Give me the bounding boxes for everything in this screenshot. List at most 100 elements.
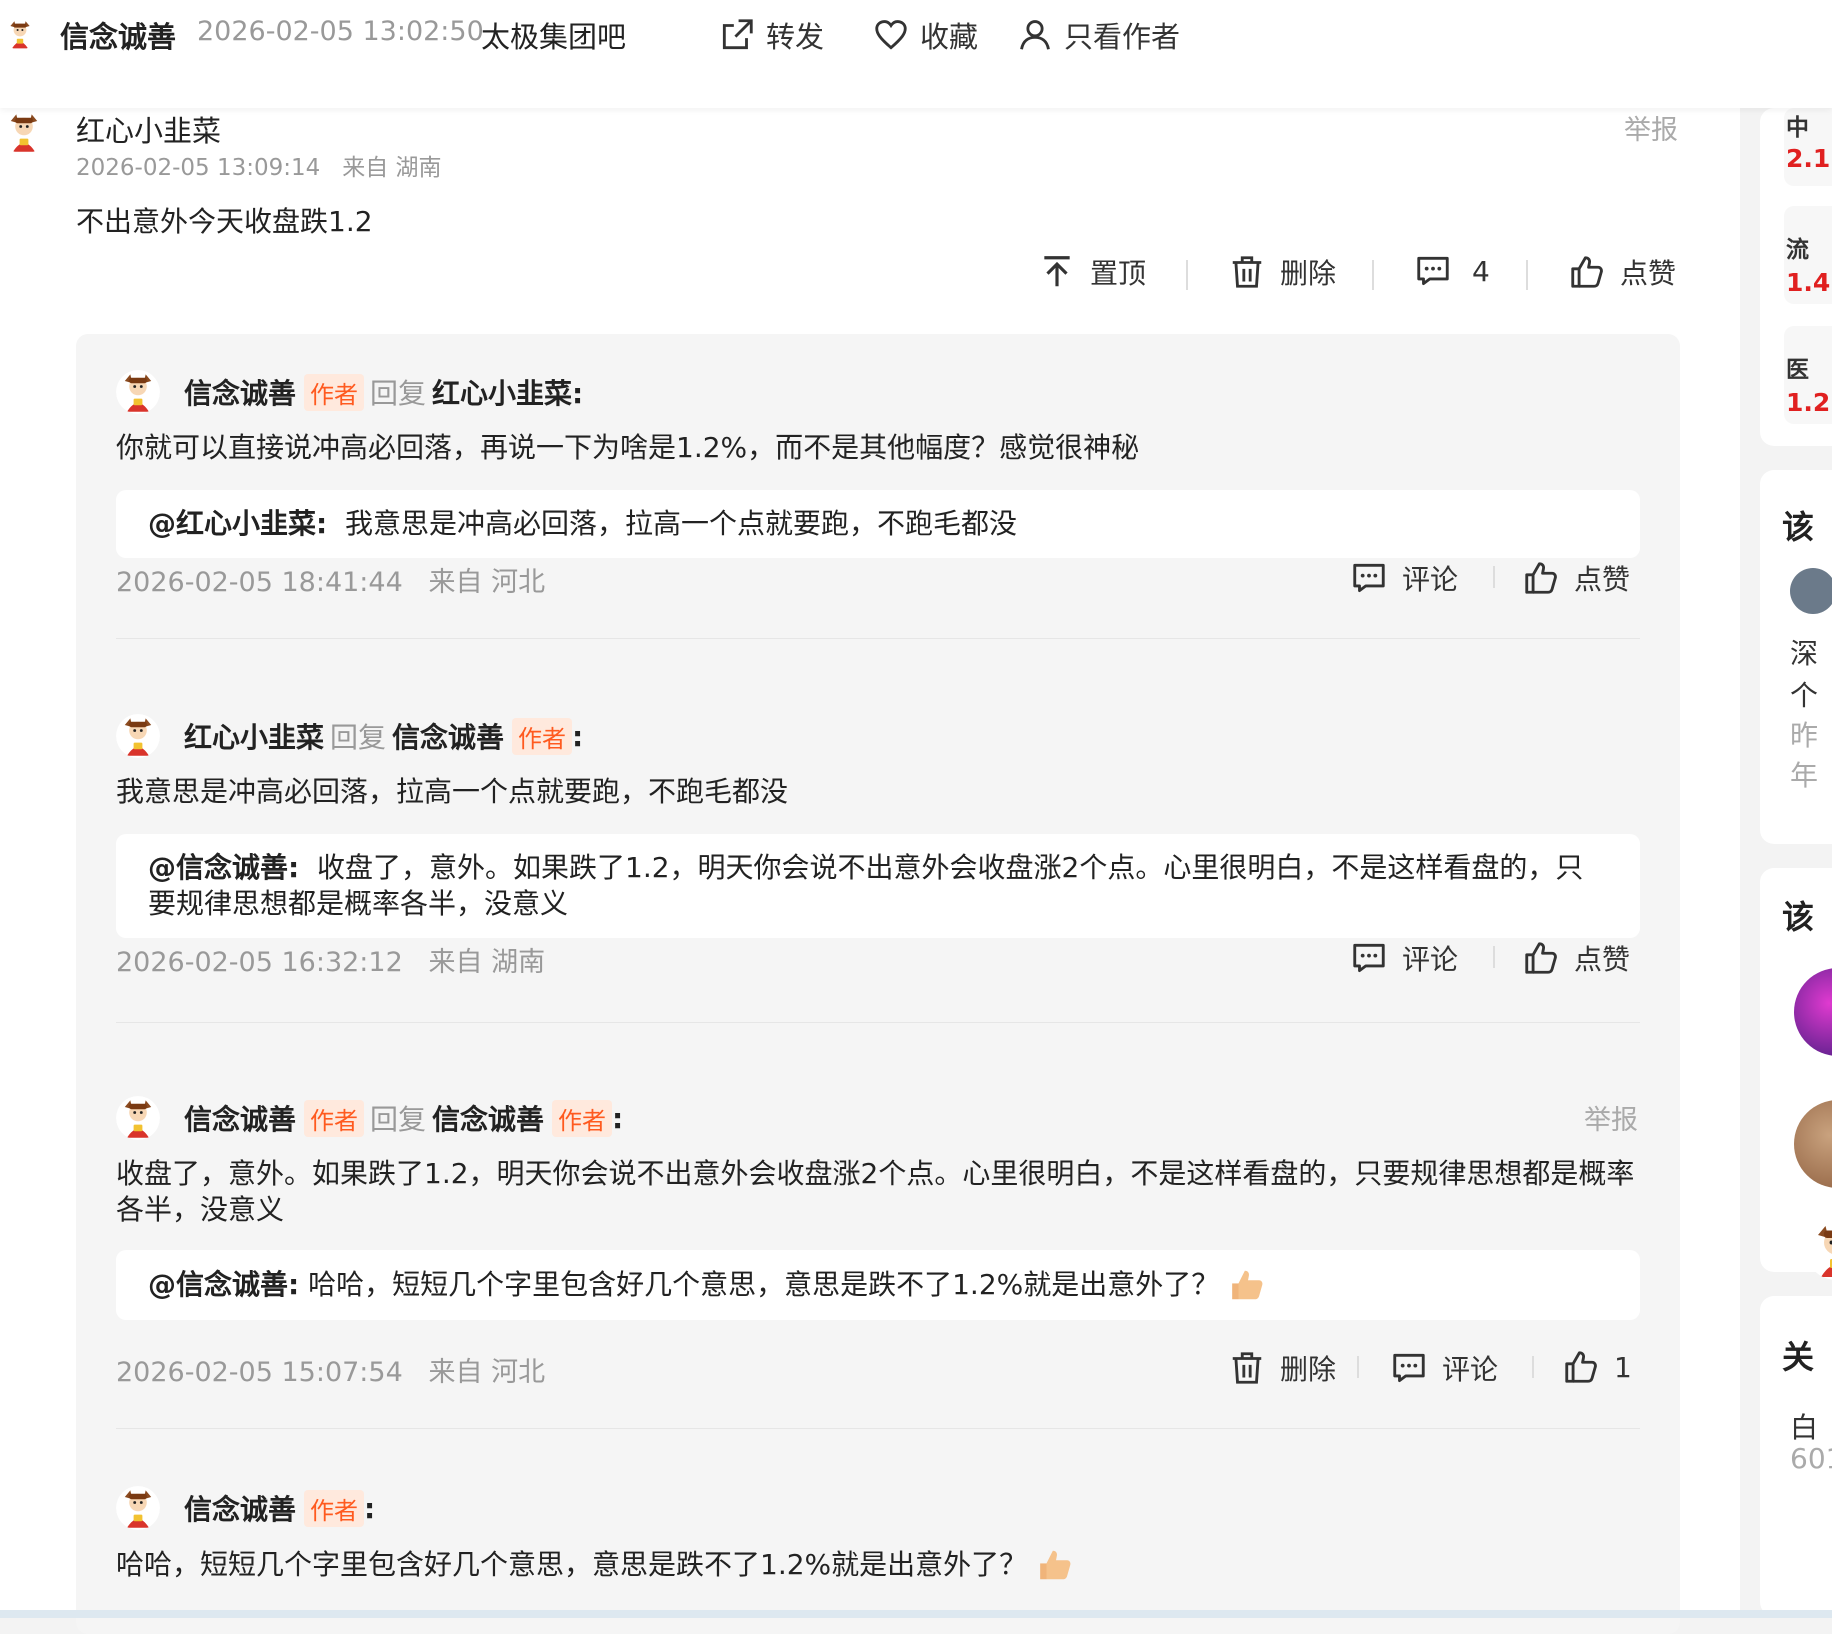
like-icon (1522, 559, 1560, 597)
reply-quote: @信念诚善: 收盘了，意外。如果跌了1.2，明天你会说不出意外会收盘涨2个点。心… (116, 834, 1640, 938)
delete-label: 删除 (1280, 257, 1337, 290)
delete-button[interactable]: 删除 (1228, 252, 1336, 292)
post-content: 不出意外今天收盘跌1.2 (76, 205, 373, 238)
reply-location: 来自 河北 (428, 567, 546, 598)
bar-avatar[interactable] (1794, 968, 1832, 1056)
like-label: 点赞 (1620, 257, 1677, 290)
like-button[interactable]: 点赞 (1568, 252, 1676, 292)
reply-location: 来自 湖南 (428, 947, 546, 978)
reply-user-name[interactable]: 信念诚善 (184, 1488, 296, 1528)
reply-target-name[interactable]: 信念诚善 (392, 716, 504, 756)
reply-like-button[interactable]: 点赞 (1522, 558, 1630, 598)
comment-icon (1390, 1349, 1428, 1387)
like-icon (1522, 939, 1560, 977)
reply-text: 你就可以直接说冲高必回落，再说一下为啥是1.2%，而不是其他幅度？感觉很神秘 (116, 431, 1140, 464)
reply-comment-button[interactable]: 评论 (1390, 1348, 1498, 1388)
author-only-button[interactable]: 只看作者 (1016, 14, 1180, 56)
report-link[interactable]: 举报 (1624, 108, 1678, 147)
share-label: 转发 (766, 20, 825, 54)
bar-avatar[interactable] (1794, 1100, 1832, 1188)
related-text[interactable]: 个 (1790, 674, 1818, 714)
reply-meta: 2026-02-05 15:07:54 来自 河北 (116, 1350, 545, 1389)
divider (1532, 1356, 1534, 1378)
related-text[interactable]: 深 (1790, 632, 1818, 672)
comment-icon (1350, 939, 1388, 977)
reply-like-button[interactable]: 点赞 (1522, 938, 1630, 978)
hot-bar-card: 该 (1760, 868, 1832, 1272)
reply-user-name[interactable]: 信念诚善 (184, 1098, 296, 1138)
reply-delete-label: 删除 (1280, 1353, 1337, 1386)
favorite-button[interactable]: 收藏 (872, 14, 978, 56)
colon: : (572, 719, 584, 753)
author-badge: 作者 (304, 1489, 365, 1527)
reply-comment-button[interactable]: 评论 (1350, 558, 1458, 598)
quote-text: 收盘了，意外。如果跌了1.2，明天你会说不出意外会收盘涨2个点。心里很明白，不是… (148, 851, 1584, 920)
quote-user[interactable]: @信念诚善: (148, 851, 299, 884)
bar-name-link[interactable]: 太极集团吧 (481, 14, 626, 56)
top-bar: 信念诚善 2026-02-05 13:02:50 太极集团吧 转发 收藏 只看作… (0, 0, 1832, 108)
post-user-avatar[interactable] (2, 110, 46, 154)
follow-stock-name[interactable]: 白 (1790, 1406, 1818, 1446)
reply-comment-label: 评论 (1402, 563, 1459, 596)
thread-author-avatar[interactable] (4, 18, 36, 50)
reply-target-name[interactable]: 红心小韭菜: (432, 372, 583, 412)
quote-user[interactable]: @红心小韭菜: (148, 507, 327, 540)
follow-stock-code: 601 (1790, 1442, 1832, 1475)
reply-avatar[interactable] (116, 1096, 160, 1140)
stock-change: 2.1 (1786, 144, 1831, 173)
share-button[interactable]: 转发 (718, 14, 824, 56)
trash-icon (1228, 253, 1266, 291)
favorite-label: 收藏 (920, 20, 979, 54)
reply-like-label: 点赞 (1574, 563, 1631, 596)
reply-quote: @红心小韭菜: 我意思是冲高必回落，拉高一个点就要跑，不跑毛都没 (116, 490, 1640, 558)
reply-avatar[interactable] (116, 714, 160, 758)
divider (1186, 260, 1188, 290)
reply-time: 2026-02-05 16:32:12 (116, 947, 403, 978)
divider (1372, 260, 1374, 290)
reply-comment-button[interactable]: 评论 (1350, 938, 1458, 978)
colon: : (612, 1101, 624, 1135)
stock-change: 1.2 (1786, 388, 1831, 417)
post-time: 2026-02-05 13:09:14 (76, 155, 321, 181)
reply-divider (116, 1428, 1640, 1429)
thumbs-up-emoji-icon (1037, 1546, 1075, 1584)
reply-word: 回复 (370, 377, 427, 410)
reply-target-name[interactable]: 信念诚善 (432, 1098, 544, 1138)
related-meta: 年 (1790, 759, 1819, 792)
reply-delete-button[interactable]: 删除 (1228, 1348, 1336, 1388)
section-title: 该 (1782, 898, 1815, 936)
share-icon (718, 16, 756, 54)
thumbs-up-emoji-icon (1229, 1266, 1267, 1304)
divider (1493, 946, 1495, 968)
post-user-name[interactable]: 红心小韭菜 (76, 108, 221, 150)
reply-header: 信念诚善 作者 回复 红心小韭菜: (184, 372, 583, 412)
reply-user-name[interactable]: 信念诚善 (184, 372, 296, 412)
thread-time: 2026-02-05 13:02:50 (197, 16, 484, 47)
section-title: 该 (1782, 508, 1815, 546)
reply-header: 信念诚善 作者 回复 信念诚善 作者 : (184, 1098, 623, 1138)
stock-item[interactable]: 流 1.4 (1784, 206, 1832, 304)
quote-user[interactable]: @信念诚善: (148, 1267, 299, 1303)
report-link[interactable]: 举报 (1584, 1098, 1638, 1137)
reply-header: 信念诚善 作者 : (184, 1488, 375, 1528)
stock-item[interactable]: 中 2.1 (1784, 108, 1832, 186)
reply-divider (116, 638, 1640, 639)
reply-user-name[interactable]: 红心小韭菜 (184, 716, 324, 756)
reply-quote: @信念诚善: 哈哈，短短几个字里包含好几个意思，意思是跌不了1.2%就是出意外了… (116, 1250, 1640, 1320)
reply-avatar[interactable] (116, 370, 160, 414)
related-user-avatar[interactable] (1790, 568, 1832, 614)
bar-avatar[interactable] (1806, 1220, 1832, 1280)
divider (1526, 260, 1528, 290)
reply-text: 收盘了，意外。如果跌了1.2，明天你会说不出意外会收盘涨2个点。心里很明白，不是… (116, 1157, 1635, 1226)
reply-like-button[interactable]: 1 (1562, 1348, 1632, 1386)
thread-author-name[interactable]: 信念诚善 (60, 14, 176, 56)
comment-button[interactable]: 4 (1414, 252, 1490, 290)
reply-location: 来自 河北 (428, 1357, 546, 1388)
stock-card: 中 2.1 流 1.4 医 1.2 (1760, 108, 1832, 446)
pin-button[interactable]: 置顶 (1038, 252, 1146, 292)
quote-text: 我意思是冲高必回落，拉高一个点就要跑，不跑毛都没 (345, 507, 1018, 540)
reply-avatar[interactable] (116, 1486, 160, 1530)
stock-item[interactable]: 医 1.2 (1784, 326, 1832, 424)
like-icon (1562, 1348, 1600, 1386)
post-meta: 2026-02-05 13:09:14 来自 湖南 (76, 148, 442, 182)
